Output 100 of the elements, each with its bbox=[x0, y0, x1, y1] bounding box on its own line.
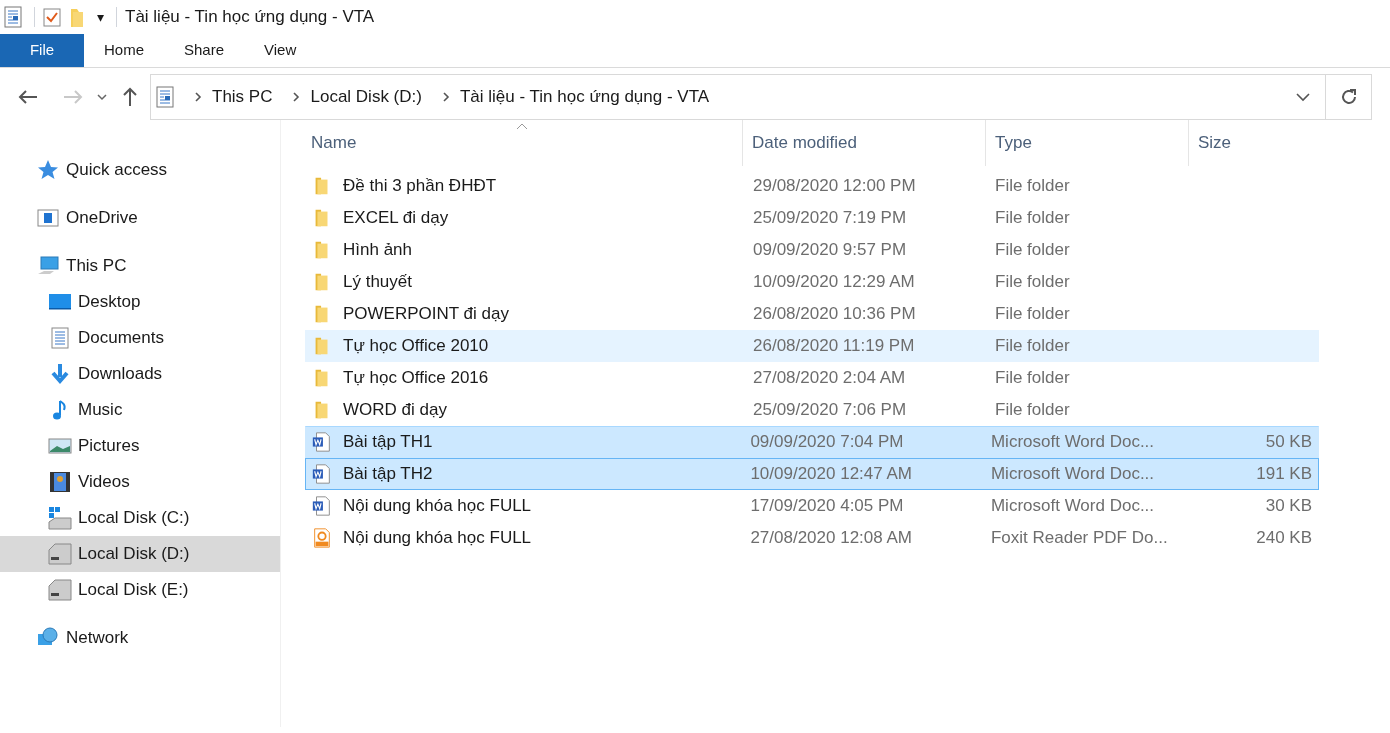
drive-icon bbox=[48, 506, 72, 530]
file-row[interactable]: Nội dung khóa học FULL 27/08/2020 12:08 AM Foxit Reader PDF Do... 240 KB bbox=[305, 522, 1319, 554]
file-row[interactable]: Hình ảnh 09/09/2020 9:57 PM File folder bbox=[305, 234, 1319, 266]
nav-item[interactable]: Local Disk (E:) bbox=[0, 572, 280, 608]
file-name: Bài tập TH2 bbox=[343, 463, 433, 486]
document-icon bbox=[156, 86, 174, 108]
nav-item[interactable]: Downloads bbox=[0, 356, 280, 392]
type-cell-text: File folder bbox=[994, 335, 1071, 358]
drive-icon bbox=[48, 542, 72, 566]
file-row[interactable]: Bài tập TH1 09/09/2020 7:04 PM Microsoft Word Doc... 50 KB bbox=[305, 426, 1319, 458]
size-cell-text: 240 KB bbox=[1255, 527, 1313, 550]
date-cell-text: 10/09/2020 12:29 AM bbox=[752, 271, 916, 294]
back-arrow-icon[interactable] bbox=[18, 89, 38, 105]
file-row[interactable]: EXCEL đi dạy 25/09/2020 7:19 PM File folder bbox=[305, 202, 1319, 234]
ribbon-tab[interactable]: View bbox=[244, 34, 317, 67]
date-cell-text: 25/09/2020 7:19 PM bbox=[752, 207, 908, 230]
ribbon-tab[interactable]: Home bbox=[84, 34, 164, 67]
address-bar[interactable]: This PC Local Disk (D:) Tài liệu - Tin học ứng dụng - VTA bbox=[150, 74, 1326, 120]
size-cell-text: 50 KB bbox=[1264, 431, 1313, 454]
nav-item[interactable]: Pictures bbox=[0, 428, 280, 464]
file-name: Hình ảnh bbox=[343, 239, 412, 262]
nav-item[interactable]: Music bbox=[0, 392, 280, 428]
file-name: Lý thuyết bbox=[343, 271, 412, 294]
chevron-down-icon[interactable] bbox=[97, 93, 107, 101]
date-cell-text: 25/09/2020 7:06 PM bbox=[752, 399, 908, 422]
chevron-right-icon bbox=[441, 91, 450, 103]
column-header[interactable]: Size bbox=[1188, 120, 1323, 166]
breadcrumb[interactable]: Local Disk (D:) bbox=[310, 84, 422, 110]
file-name: Đề thi 3 phần ĐHĐT bbox=[343, 175, 497, 198]
date-cell-text: 27/08/2020 2:04 AM bbox=[752, 367, 907, 390]
refresh-button[interactable] bbox=[1326, 74, 1372, 120]
breadcrumb[interactable]: Tài liệu - Tin học ứng dụng - VTA bbox=[459, 84, 710, 110]
file-row[interactable]: Lý thuyết 10/09/2020 12:29 AM File folder bbox=[305, 266, 1319, 298]
type-cell-text: File folder bbox=[994, 175, 1071, 198]
column-header[interactable]: Name bbox=[305, 120, 742, 166]
file-tab[interactable]: File bbox=[0, 34, 84, 67]
nav-item[interactable]: Desktop bbox=[0, 284, 280, 320]
nav-item[interactable]: Videos bbox=[0, 464, 280, 500]
chevron-right-icon bbox=[194, 91, 202, 103]
refresh-icon bbox=[1339, 88, 1358, 106]
type-cell-text: File folder bbox=[994, 207, 1071, 230]
size-cell-text: 191 KB bbox=[1255, 463, 1313, 486]
nav-item[interactable]: OneDrive bbox=[0, 200, 280, 236]
nav-item[interactable]: Documents bbox=[0, 320, 280, 356]
type-cell-text: File folder bbox=[994, 239, 1071, 262]
chevron-down-icon[interactable] bbox=[1296, 92, 1310, 102]
window-title: Tài liệu - Tin học ứng dụng - VTA bbox=[125, 6, 375, 29]
type-cell-text: File folder bbox=[994, 399, 1071, 422]
nav-item[interactable]: Local Disk (D:) bbox=[0, 536, 280, 572]
window-icon bbox=[36, 206, 60, 230]
type-cell-text: Microsoft Word Doc... bbox=[989, 495, 1156, 518]
nav-item[interactable]: Network bbox=[0, 620, 280, 656]
file-row[interactable]: POWERPOINT đi dạy 26/08/2020 10:36 PM File folder bbox=[305, 298, 1319, 330]
dropdown-arrow[interactable]: ▾ bbox=[93, 7, 108, 27]
column-header[interactable]: Type bbox=[985, 120, 1188, 166]
document-icon[interactable] bbox=[4, 6, 22, 28]
file-name: EXCEL đi dạy bbox=[343, 207, 449, 230]
type-cell-text: Microsoft Word Doc... bbox=[989, 463, 1156, 486]
file-row[interactable]: Nội dung khóa học FULL 17/09/2020 4:05 PM Microsoft Word Doc... 30 KB bbox=[305, 490, 1319, 522]
file-name: Bài tập TH1 bbox=[343, 431, 433, 454]
word-document-icon bbox=[311, 463, 333, 485]
chevron-right-icon bbox=[292, 91, 301, 103]
ribbon-tab[interactable]: Share bbox=[164, 34, 245, 67]
date-cell-text: 27/08/2020 12:08 AM bbox=[749, 527, 913, 550]
nav-item[interactable]: This PC bbox=[0, 248, 280, 284]
file-row[interactable]: Tự học Office 2010 26/08/2020 11:19 PM File folder bbox=[305, 330, 1319, 362]
file-name: POWERPOINT đi dạy bbox=[343, 303, 509, 326]
file-name: Tự học Office 2010 bbox=[343, 335, 489, 358]
nav-item[interactable]: Local Disk (C:) bbox=[0, 500, 280, 536]
type-cell-text: File folder bbox=[994, 271, 1071, 294]
document-icon bbox=[48, 326, 72, 350]
file-row[interactable]: Tự học Office 2016 27/08/2020 2:04 AM File folder bbox=[305, 362, 1319, 394]
type-cell-text: Microsoft Word Doc... bbox=[989, 431, 1156, 454]
column-header[interactable]: Date modified bbox=[742, 120, 985, 166]
date-cell-text: 26/08/2020 10:36 PM bbox=[752, 303, 917, 326]
drive-icon bbox=[48, 578, 72, 602]
file-row[interactable]: Bài tập TH2 10/09/2020 12:47 AM Microsoft Word Doc... 191 KB bbox=[305, 458, 1319, 490]
file-name: Nội dung khóa học FULL bbox=[343, 495, 532, 518]
file-name: Tự học Office 2016 bbox=[343, 367, 489, 390]
up-arrow-icon[interactable] bbox=[122, 87, 138, 107]
size-cell-text: 30 KB bbox=[1264, 495, 1313, 518]
date-cell-text: 29/08/2020 12:00 PM bbox=[752, 175, 917, 198]
checklist-icon[interactable] bbox=[43, 7, 61, 27]
breadcrumb[interactable]: This PC bbox=[212, 84, 273, 110]
file-row[interactable]: Đề thi 3 phần ĐHĐT 29/08/2020 12:00 PM File folder bbox=[305, 170, 1319, 202]
file-name: Nội dung khóa học FULL bbox=[343, 527, 532, 550]
date-cell-text: 26/08/2020 11:19 PM bbox=[752, 335, 916, 358]
type-cell-text: Foxit Reader PDF Do... bbox=[989, 527, 1169, 550]
date-cell-text: 09/09/2020 9:57 PM bbox=[752, 239, 908, 262]
word-document-icon bbox=[311, 431, 333, 453]
date-cell-text: 17/09/2020 4:05 PM bbox=[749, 495, 905, 518]
word-document-icon bbox=[311, 495, 333, 517]
nav-item[interactable]: Quick access bbox=[0, 152, 280, 188]
pdf-document-icon bbox=[311, 527, 333, 549]
file-row[interactable]: WORD đi dạy 25/09/2020 7:06 PM File folder bbox=[305, 394, 1319, 426]
film-icon bbox=[48, 470, 72, 494]
date-cell-text: 10/09/2020 12:47 AM bbox=[749, 463, 913, 486]
type-cell-text: File folder bbox=[994, 303, 1071, 326]
type-cell-text: File folder bbox=[994, 367, 1071, 390]
file-name: WORD đi dạy bbox=[343, 399, 447, 422]
